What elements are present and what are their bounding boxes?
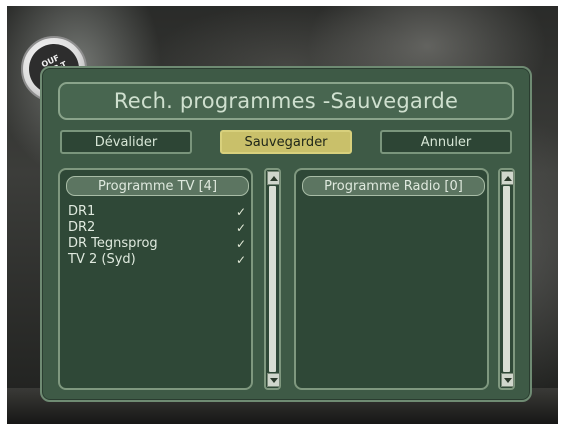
dialog-title: Rech. programmes -Sauvegarde [113, 89, 459, 113]
scroll-down-icon[interactable] [501, 373, 514, 387]
programme-row-dr2[interactable]: DR2 ✓ [68, 220, 246, 236]
tv-screen: OUF DVB-T TEST Rech. programmes -Sauvega… [7, 6, 558, 424]
tv-panel-scrollbar[interactable] [264, 168, 281, 390]
scrollbar-track[interactable] [269, 186, 276, 372]
check-icon: ✓ [235, 221, 246, 235]
save-button[interactable]: Sauvegarder [220, 130, 352, 154]
channel-search-dialog: Rech. programmes -Sauvegarde Dévalider S… [40, 66, 532, 402]
devalidate-button[interactable]: Dévalider [60, 130, 192, 154]
scroll-up-icon[interactable] [501, 171, 514, 185]
programme-name: TV 2 (Syd) [68, 252, 136, 267]
scroll-up-icon[interactable] [267, 171, 280, 185]
programme-name: DR Tegnsprog [68, 236, 158, 251]
programme-row-tv2-syd[interactable]: TV 2 (Syd) ✓ [68, 252, 246, 268]
scrollbar-track[interactable] [503, 186, 510, 372]
tv-programme-list: DR1 ✓ DR2 ✓ DR Tegnsprog ✓ TV 2 (Syd) ✓ [68, 204, 246, 268]
dialog-title-bar: Rech. programmes -Sauvegarde [58, 82, 514, 120]
check-icon: ✓ [235, 237, 246, 251]
tv-programme-panel: Programme TV [4] DR1 ✓ DR2 ✓ DR Tegnspro… [58, 168, 253, 390]
programme-name: DR1 [68, 204, 96, 219]
radio-panel-header: Programme Radio [0] [302, 176, 485, 196]
check-icon: ✓ [235, 253, 246, 267]
check-icon: ✓ [235, 205, 246, 219]
programme-name: DR2 [68, 220, 96, 235]
tv-panel-header: Programme TV [4] [66, 176, 249, 196]
radio-programme-panel: Programme Radio [0] [294, 168, 489, 390]
programme-row-dr1[interactable]: DR1 ✓ [68, 204, 246, 220]
cancel-button[interactable]: Annuler [380, 130, 512, 154]
scroll-down-icon[interactable] [267, 373, 280, 387]
radio-panel-scrollbar[interactable] [498, 168, 515, 390]
programme-row-dr-tegnsprog[interactable]: DR Tegnsprog ✓ [68, 236, 246, 252]
